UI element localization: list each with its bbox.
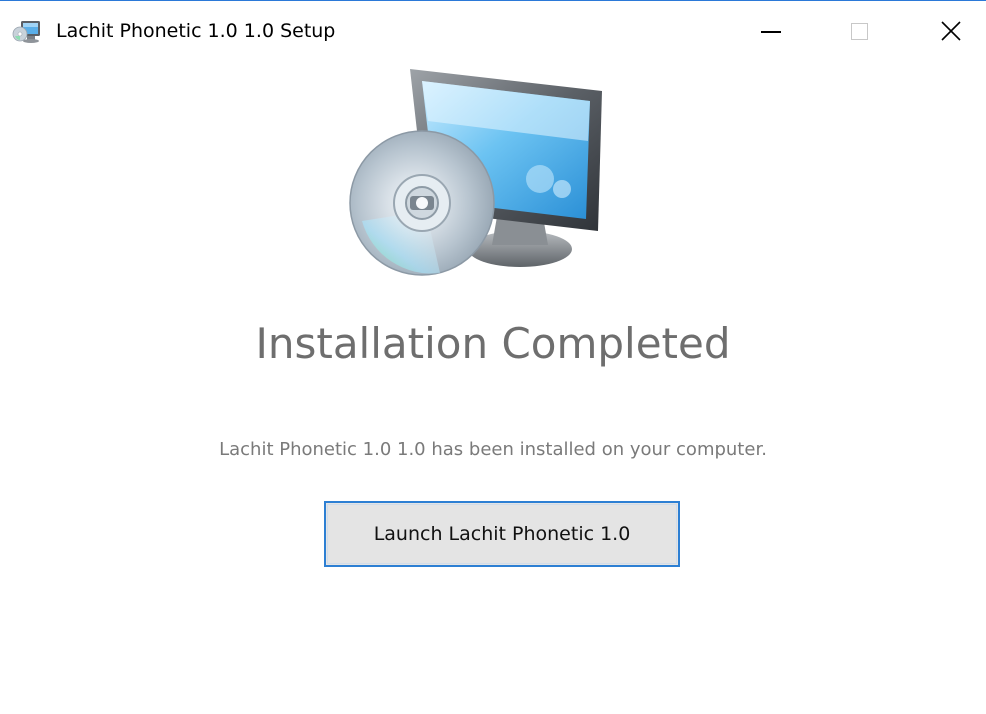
minimize-icon — [761, 31, 781, 33]
minimize-button[interactable] — [748, 9, 794, 53]
installer-computer-disc-icon — [340, 61, 620, 281]
setup-window: Lachit Phonetic 1.0 1.0 Setup Installati… — [0, 0, 986, 714]
maximize-button[interactable] — [836, 9, 882, 53]
maximize-icon — [850, 22, 868, 40]
close-button[interactable] — [928, 9, 974, 53]
status-message: Lachit Phonetic 1.0 1.0 has been install… — [219, 439, 767, 460]
window-title: Lachit Phonetic 1.0 1.0 Setup — [56, 20, 336, 42]
title-bar[interactable]: Lachit Phonetic 1.0 1.0 Setup — [0, 1, 986, 63]
installer-icon — [12, 19, 42, 45]
page-title: Installation Completed — [255, 319, 731, 368]
close-icon — [940, 20, 962, 42]
launch-button[interactable]: Launch Lachit Phonetic 1.0 — [324, 501, 680, 567]
